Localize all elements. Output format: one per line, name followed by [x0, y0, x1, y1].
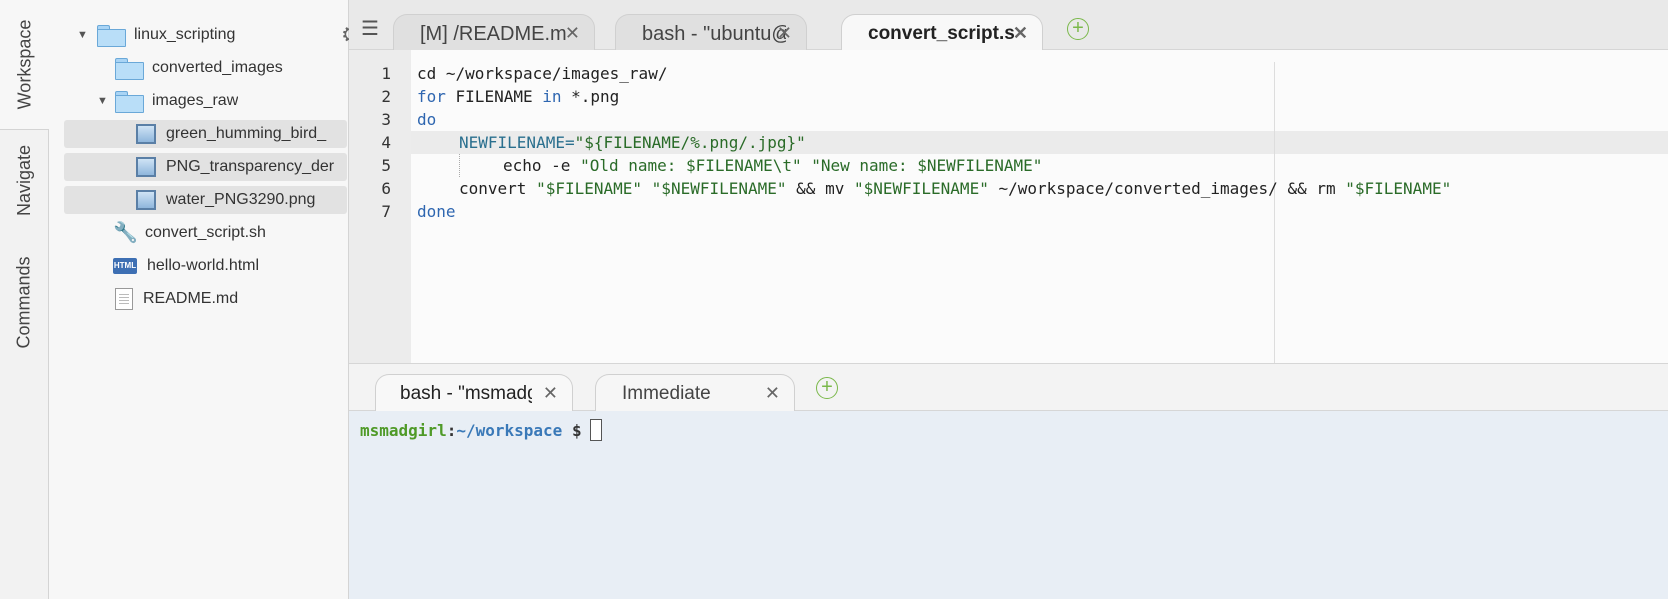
code-keyword: for	[417, 87, 446, 106]
prompt-symbol: $	[571, 421, 582, 440]
tree-folder-images-raw[interactable]: ▼ images_raw	[97, 87, 238, 115]
folder-icon	[97, 25, 126, 47]
tree-item-label: images_raw	[152, 92, 239, 109]
close-icon[interactable]: ✕	[765, 383, 780, 404]
tab-navigate[interactable]: Navigate	[0, 130, 49, 230]
code-string: "$NEWFILENAME"	[853, 179, 989, 198]
add-terminal-tab-icon[interactable]: +	[816, 377, 838, 399]
tree-item-label: hello-world.html	[147, 257, 260, 274]
folder-icon	[115, 58, 144, 80]
expand-arrow-icon[interactable]: ▼	[97, 95, 109, 107]
code-text: *.png	[561, 87, 620, 106]
prompt-user: msmadgirl	[360, 421, 447, 440]
code-text: FILENAME	[445, 87, 543, 106]
terminal-cursor[interactable]	[589, 419, 602, 441]
expand-arrow-icon[interactable]: ▼	[77, 29, 89, 41]
tree-item-label: green_humming_bird_	[166, 125, 327, 142]
prompt-path: ~/workspace	[456, 421, 563, 440]
tab-bash-terminal[interactable]: bash - "msmadgi ✕	[375, 374, 573, 412]
code-text: echo -e	[503, 156, 581, 175]
document-icon	[115, 288, 133, 310]
terminal-pane[interactable]: msmadgirl:~/workspace $	[349, 411, 1668, 599]
line-number: 6	[381, 179, 391, 198]
tab-label: Immediate	[622, 383, 711, 404]
code-line-5: echo -e "Old name: $FILENAME\t" "New nam…	[503, 154, 1042, 177]
line-number: 7	[381, 202, 391, 221]
add-tab-icon[interactable]: +	[1067, 18, 1089, 40]
tab-label: bash - "msmadgi	[400, 383, 532, 404]
tab-label: [M] /README.mc	[420, 23, 566, 45]
tree-folder-linux-scripting[interactable]: ▼ linux_scripting	[77, 21, 235, 49]
code-text: cd ~/workspace/images_raw/	[417, 64, 668, 83]
tree-file-water-png[interactable]: water_PNG3290.png	[64, 186, 347, 214]
code-text: convert	[459, 179, 537, 198]
tab-immediate[interactable]: Immediate ✕	[595, 374, 795, 412]
tab-convert-script[interactable]: convert_script.sl ✕	[841, 14, 1043, 50]
image-file-icon	[136, 157, 156, 177]
code-line-2: for FILENAME in *.png	[417, 85, 619, 108]
tree-file-convert-script[interactable]: 🔧 convert_script.sh	[113, 219, 266, 247]
code-keyword: done	[417, 202, 456, 221]
tab-commands-label: Commands	[14, 255, 34, 349]
sidebar-tab-strip: Workspace Navigate Commands	[0, 0, 50, 599]
close-icon[interactable]: ✕	[565, 23, 580, 44]
close-icon[interactable]: ✕	[543, 383, 558, 404]
code-line-6: convert "$FILENAME" "$NEWFILENAME" && mv…	[459, 177, 1451, 200]
line-gutter: 1 2 3 4 5 6 7	[349, 50, 411, 363]
code-string: "Old name: $FILENAME\t" "New name: $NEWF…	[580, 156, 1043, 175]
menu-icon[interactable]: ☰	[361, 16, 379, 41]
print-margin	[1274, 62, 1275, 363]
tree-file-readme[interactable]: README.md	[115, 285, 238, 313]
code-line-4: NEWFILENAME="${FILENAME/%.png/.jpg}"	[459, 131, 806, 154]
editor-tab-bar: ☰ [M] /README.mc ✕ bash - "ubuntu@ ✕ con…	[349, 0, 1668, 50]
tab-bash-ubuntu[interactable]: bash - "ubuntu@ ✕	[615, 14, 807, 50]
tree-file-png-transparency[interactable]: PNG_transparency_der	[64, 153, 347, 181]
tab-label: bash - "ubuntu@	[642, 23, 786, 45]
code-line-3: do	[417, 108, 436, 131]
code-variable: NEWFILENAME=	[459, 133, 575, 152]
line-number: 1	[381, 64, 391, 83]
tab-label: convert_script.sl	[868, 23, 1014, 44]
line-number: 4	[381, 133, 391, 152]
code-text: && mv	[786, 179, 854, 198]
file-tree: ▼ linux_scripting ⚙▼ converted_images ▼ …	[49, 0, 371, 599]
code-keyword: do	[417, 110, 437, 129]
indent-guide	[459, 154, 460, 177]
code-line-7: done	[417, 200, 456, 223]
tree-item-label: convert_script.sh	[145, 224, 266, 241]
image-file-icon	[136, 124, 156, 144]
folder-icon	[115, 91, 144, 113]
line-number: 3	[381, 110, 391, 129]
tab-workspace[interactable]: Workspace	[0, 0, 50, 130]
tree-item-label: water_PNG3290.png	[166, 191, 316, 208]
close-icon[interactable]: ✕	[1013, 23, 1028, 44]
html-file-icon: HTML	[113, 258, 137, 274]
tree-item-label: converted_images	[152, 59, 283, 76]
tree-folder-converted-images[interactable]: converted_images	[115, 54, 283, 82]
terminal-tab-bar: bash - "msmadgi ✕ Immediate ✕ +	[349, 363, 1668, 412]
code-text: ~/workspace/converted_images/ && rm	[988, 179, 1346, 198]
wrench-icon: 🔧	[113, 222, 138, 244]
terminal-prompt: msmadgirl:~/workspace $	[360, 419, 602, 441]
tree-item-label: linux_scripting	[134, 26, 236, 43]
code-string: "$FILENAME"	[1345, 179, 1452, 198]
image-file-icon	[136, 190, 156, 210]
code-keyword: in	[542, 87, 562, 106]
code-string: "$NEWFILENAME"	[651, 179, 787, 198]
line-number: 2	[381, 87, 391, 106]
code-string: "$FILENAME"	[536, 179, 643, 198]
tab-commands[interactable]: Commands	[0, 232, 49, 372]
tab-workspace-label: Workspace	[14, 19, 35, 110]
tab-readme[interactable]: [M] /README.mc ✕	[393, 14, 595, 50]
code-string: "${FILENAME/%.png/.jpg}"	[574, 133, 806, 152]
tree-item-label: PNG_transparency_der	[166, 158, 335, 175]
close-icon[interactable]: ✕	[777, 23, 792, 44]
code-line-1: cd ~/workspace/images_raw/	[417, 62, 667, 85]
tree-item-label: README.md	[143, 290, 239, 307]
line-number: 5	[381, 156, 391, 175]
tab-navigate-label: Navigate	[14, 144, 35, 216]
tree-file-hello-world[interactable]: HTML hello-world.html	[113, 252, 259, 280]
tree-file-green-humming-bird[interactable]: green_humming_bird_	[64, 120, 347, 148]
code-editor[interactable]: 1 2 3 4 5 6 7 cd ~/workspace/images_raw/…	[349, 50, 1668, 363]
